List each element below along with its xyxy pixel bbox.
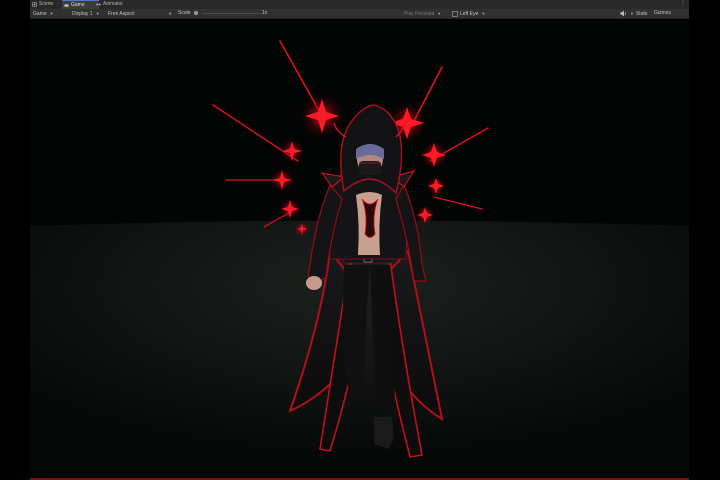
stats-dropdown[interactable]: ▼ Stats: [630, 9, 647, 18]
eye-dropdown[interactable]: Left Eye ▼: [452, 9, 485, 18]
aspect-label: Free Aspect: [108, 11, 135, 17]
display-mode-label: Game: [33, 11, 47, 17]
scale-value: 1x: [262, 10, 268, 16]
game-render: [30, 19, 689, 478]
gizmos-label: Gizmos: [654, 10, 671, 16]
game-pad-icon: [64, 4, 69, 7]
gif-frame: Scene Game Animator ⋮ Game ▼ Display 1 ▼ F…: [0, 0, 720, 480]
chevron-down-icon: ▼: [437, 11, 442, 16]
aspect-dropdown[interactable]: Free Aspect ▼: [108, 9, 172, 18]
mute-audio-button[interactable]: [620, 9, 627, 18]
tab-animator[interactable]: Animator: [94, 0, 139, 9]
game-view-toolbar: Game ▼ Display 1 ▼ Free Aspect ▼ Scale 1x …: [30, 9, 689, 19]
chevron-down-icon: ▼: [630, 11, 634, 16]
chevron-down-icon: ▼: [49, 11, 54, 16]
unity-editor-window: Scene Game Animator ⋮ Game ▼ Display 1 ▼ F…: [30, 0, 689, 480]
chevron-down-icon: ▼: [168, 11, 173, 16]
left-hand: [306, 276, 322, 290]
vr-toggle-checkbox[interactable]: [452, 10, 458, 17]
tab-game-label: Game: [71, 2, 85, 8]
display-label: Display 1: [72, 11, 93, 17]
play-mode-label: Play Focused: [404, 11, 435, 17]
scale-control: Scale: [178, 9, 198, 18]
display-dropdown[interactable]: Display 1 ▼: [72, 9, 100, 18]
eye-label: Left Eye: [460, 11, 479, 17]
game-viewport[interactable]: [30, 19, 689, 478]
scene-grid-icon: [32, 2, 37, 7]
scale-slider-handle[interactable]: [193, 10, 198, 15]
tab-animator-label: Animator: [103, 1, 124, 7]
tab-scene-label: Scene: [39, 1, 54, 7]
gizmos-button[interactable]: Gizmos: [654, 9, 671, 18]
chevron-down-icon: ▼: [95, 11, 100, 16]
scale-slider-track[interactable]: [202, 13, 262, 14]
scale-label: Scale: [178, 10, 191, 16]
stats-label: Stats: [635, 11, 648, 17]
display-mode-dropdown[interactable]: Game ▼: [33, 9, 54, 18]
animator-icon: [96, 3, 101, 6]
speaker-icon: [620, 10, 626, 17]
play-mode-dropdown[interactable]: Play Focused ▼: [404, 9, 441, 18]
panel-menu-icon[interactable]: ⋮: [680, 1, 686, 8]
chevron-down-icon: ▼: [481, 11, 486, 16]
